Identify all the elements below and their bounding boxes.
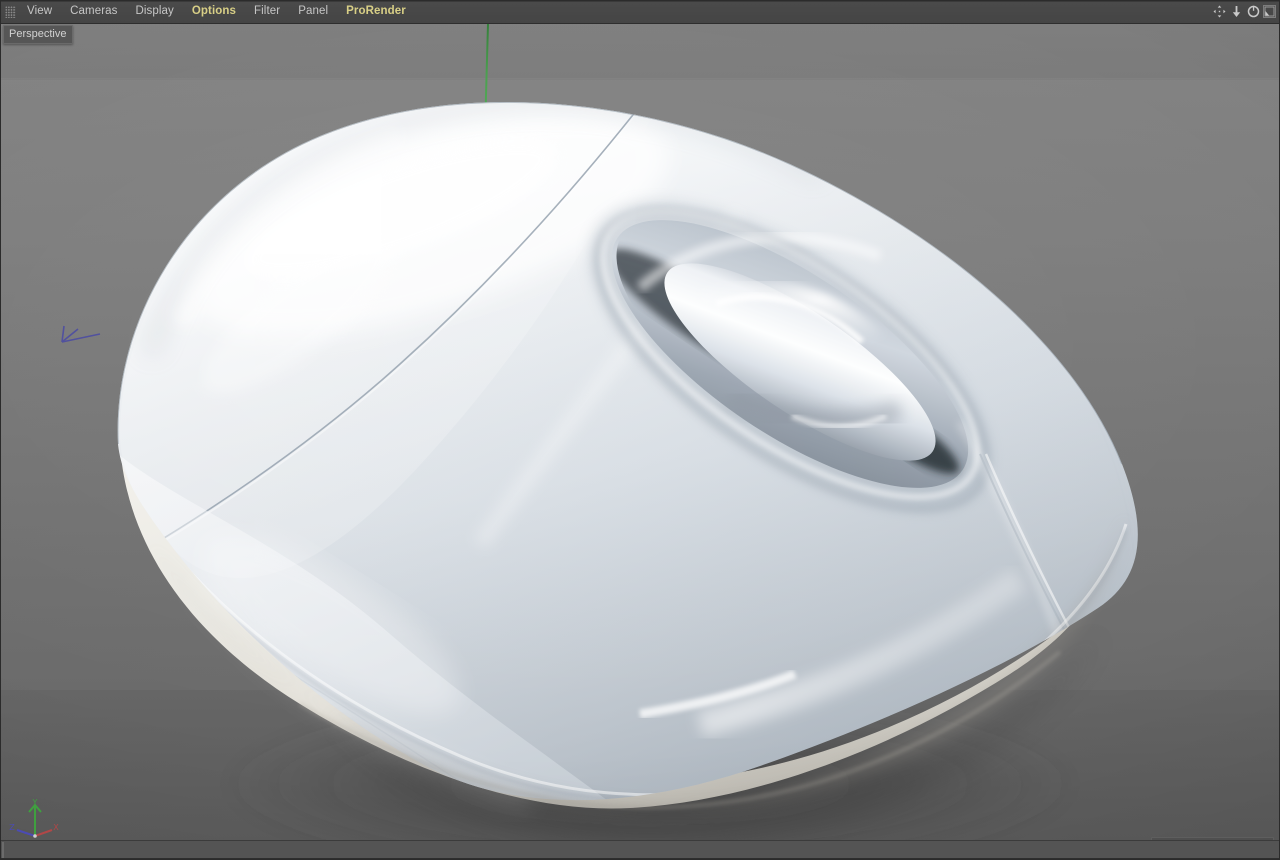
viewport-background-wall — [0, 80, 1280, 690]
rotate-viewport-icon[interactable] — [1246, 4, 1261, 19]
perspective-viewport[interactable]: Perspective Grid Spacing : 100 cm Y X Z — [0, 24, 1280, 860]
menu-item-prorender[interactable]: ProRender — [337, 0, 415, 23]
drag-grip-dots-icon[interactable] — [2, 0, 18, 24]
status-bar — [0, 840, 1280, 860]
viewport-menu-bar: View Cameras Display Options Filter Pane… — [0, 0, 1280, 24]
gizmo-label-x: X — [53, 823, 59, 832]
world-axis-gizmo[interactable]: Y X Z — [4, 794, 66, 846]
menu-item-display[interactable]: Display — [126, 0, 182, 23]
move-viewport-icon[interactable] — [1212, 4, 1227, 19]
gizmo-label-z: Z — [9, 823, 15, 832]
menu-item-view[interactable]: View — [18, 0, 61, 23]
maximize-viewport-icon[interactable] — [1263, 5, 1276, 18]
menu-item-options[interactable]: Options — [183, 0, 245, 23]
viewport-name-label[interactable]: Perspective — [3, 25, 74, 44]
gizmo-origin-dot — [33, 834, 37, 838]
viewport-control-icons — [1212, 0, 1280, 24]
menu-item-cameras[interactable]: Cameras — [61, 0, 126, 23]
status-bar-handle[interactable] — [2, 842, 4, 859]
viewport-horizon-line — [0, 78, 1280, 81]
scale-viewport-icon[interactable] — [1229, 4, 1244, 19]
menu-item-panel[interactable]: Panel — [289, 0, 337, 23]
viewport-background-sky — [0, 24, 1280, 80]
application-window: View Cameras Display Options Filter Pane… — [0, 0, 1280, 860]
viewport-background-floor — [0, 690, 1280, 860]
gizmo-label-y: Y — [32, 798, 38, 807]
menu-item-filter[interactable]: Filter — [245, 0, 289, 23]
